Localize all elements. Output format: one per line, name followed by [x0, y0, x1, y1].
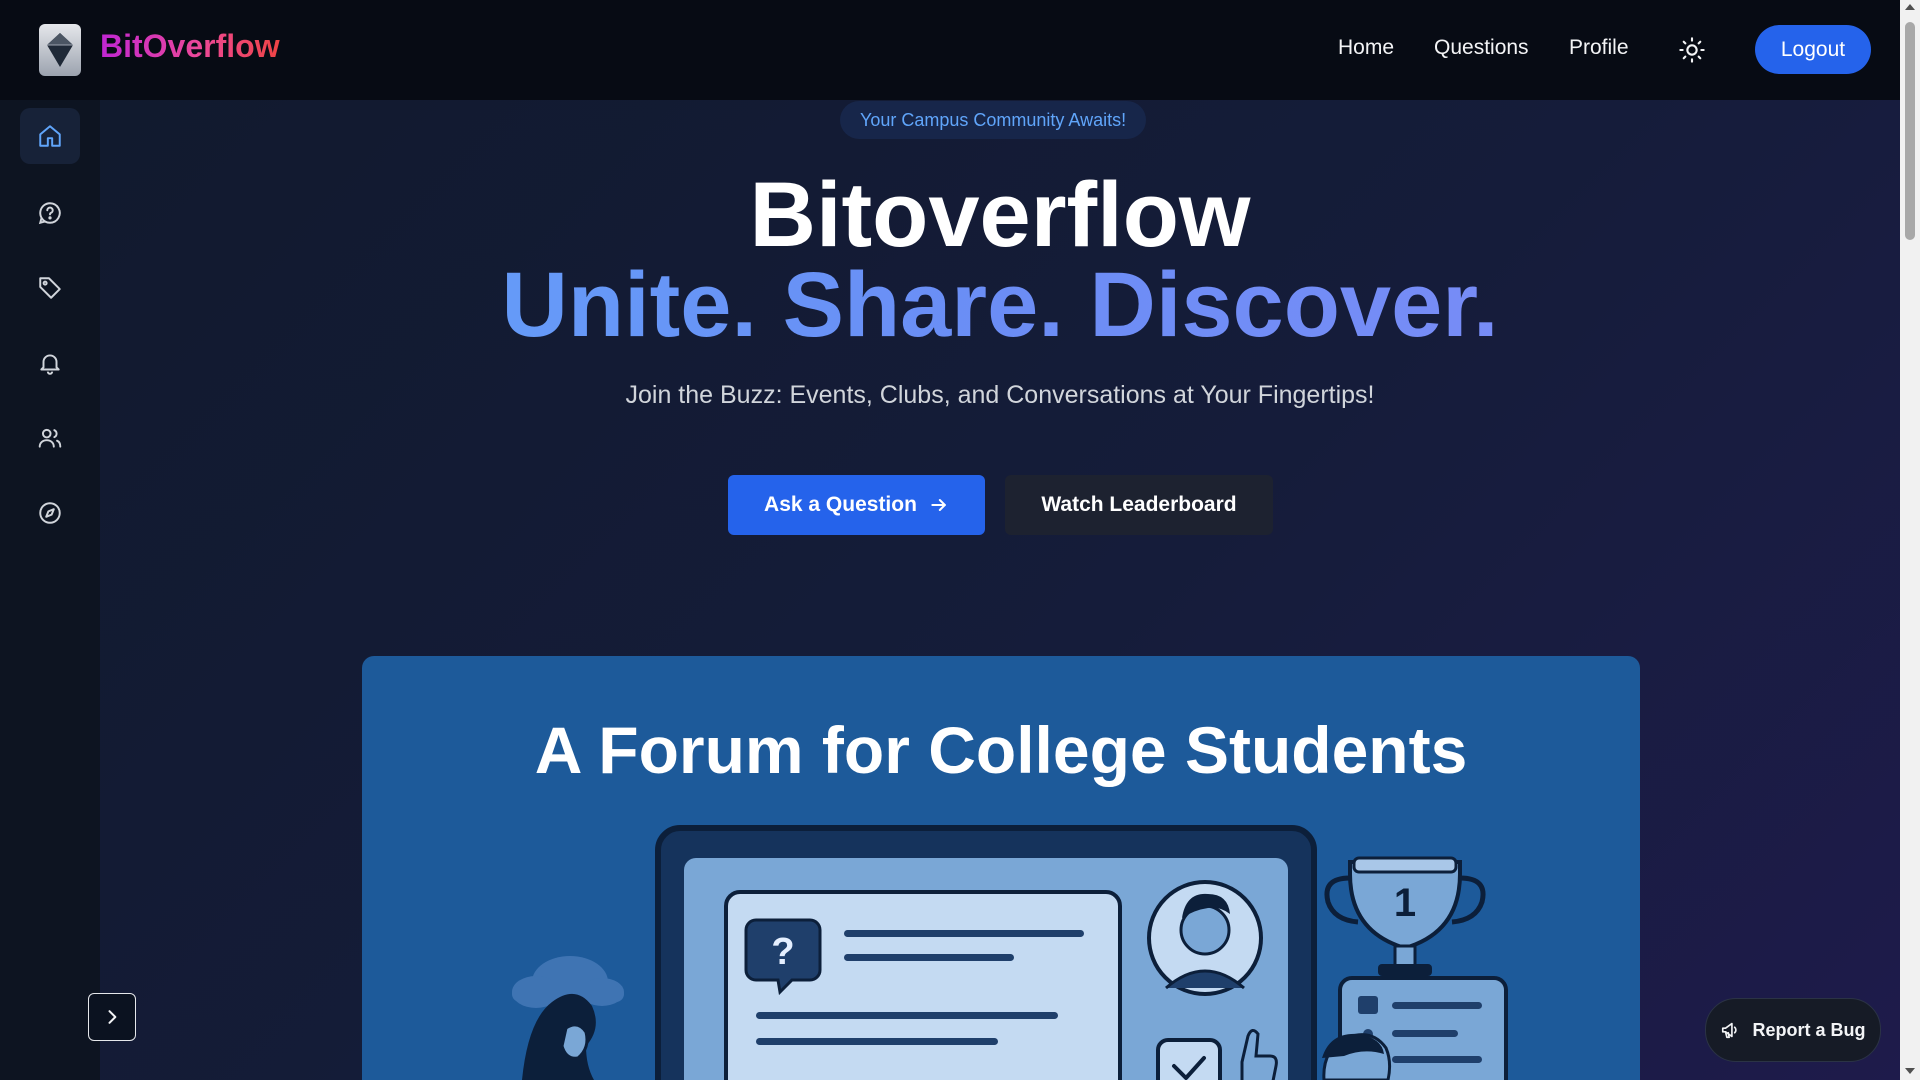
ask-question-label: Ask a Question	[764, 493, 917, 516]
users-icon	[38, 428, 62, 448]
feature-card: A Forum for College Students ? 1	[362, 656, 1640, 1080]
scroll-up-icon[interactable]	[1905, 4, 1915, 10]
page-scrollbar[interactable]	[1900, 0, 1920, 1080]
compass-icon	[39, 502, 61, 524]
sidebar-expand-button[interactable]	[88, 993, 136, 1041]
question-chat-icon	[38, 202, 61, 225]
logout-button[interactable]: Logout	[1755, 25, 1871, 74]
sidebar-item-users[interactable]	[20, 410, 80, 466]
sidebar-item-explore[interactable]	[20, 485, 80, 541]
hero-title: Bitoverflow	[749, 164, 1251, 266]
community-badge: Your Campus Community Awaits!	[840, 101, 1147, 139]
trophy-rank: 1	[1394, 881, 1416, 925]
forum-illustration: ? 1	[512, 825, 1508, 1080]
megaphone-icon	[1722, 1022, 1738, 1039]
ask-question-button[interactable]: Ask a Question	[728, 475, 985, 535]
brand-name[interactable]: BitOverflow	[100, 28, 280, 65]
svg-text:?: ?	[771, 931, 794, 973]
sun-icon[interactable]	[1678, 36, 1706, 64]
sidebar-item-questions[interactable]	[20, 185, 80, 241]
hero-subtitle: Join the Buzz: Events, Clubs, and Conver…	[625, 381, 1375, 409]
scrollbar-thumb[interactable]	[1905, 22, 1915, 240]
tag-icon	[39, 277, 61, 299]
chevron-right-icon	[108, 1010, 117, 1024]
hero-tagline: Unite. Share. Discover.	[100, 255, 1900, 355]
scroll-down-icon[interactable]	[1905, 1068, 1915, 1074]
home-icon	[39, 125, 61, 147]
sidebar-item-tags[interactable]	[20, 260, 80, 316]
nav-questions[interactable]: Questions	[1434, 36, 1529, 60]
top-navbar: BitOverflow Home Questions Profile Logou…	[0, 0, 1900, 100]
report-bug-button[interactable]: Report a Bug	[1705, 998, 1881, 1062]
sidebar	[0, 80, 100, 1080]
nav-profile[interactable]: Profile	[1569, 36, 1629, 60]
sidebar-item-notifications[interactable]	[20, 335, 80, 391]
logo-icon[interactable]	[39, 24, 81, 76]
bell-icon	[40, 354, 60, 375]
nav-home[interactable]: Home	[1338, 36, 1394, 60]
arrow-right-icon	[931, 499, 946, 511]
watch-leaderboard-button[interactable]: Watch Leaderboard	[1005, 475, 1273, 535]
sidebar-item-home[interactable]	[20, 108, 80, 164]
report-bug-label: Report a Bug	[1752, 1019, 1866, 1040]
